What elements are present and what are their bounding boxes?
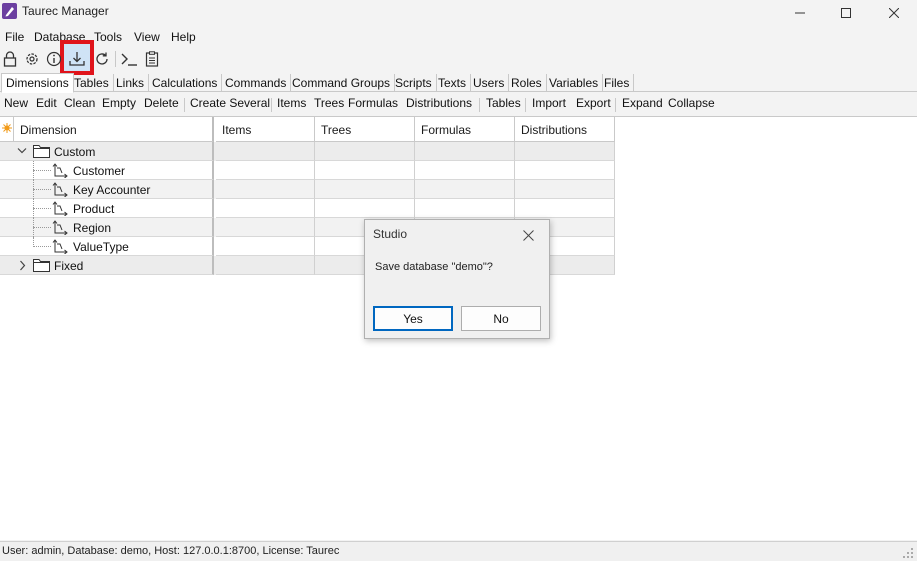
action-separator [615,98,616,112]
tab-commands[interactable]: Commands [221,74,292,92]
row-label: Region [73,221,112,235]
lock-icon[interactable] [0,50,20,68]
window-title: Taurec Manager [22,4,109,18]
action-separator [271,98,272,112]
title-bar: Taurec Manager [0,0,917,26]
menu-file[interactable]: File [5,30,24,44]
menu-view[interactable]: View [134,30,160,44]
status-bar: User: admin, Database: demo, Host: 127.0… [0,541,917,561]
action-new[interactable]: New [4,96,28,110]
row-label: Key Accounter [73,183,151,197]
toolbar [0,44,917,74]
tab-tables[interactable]: Tables [70,74,114,92]
table-row[interactable]: Customer [0,161,615,180]
row-label: Fixed [54,259,84,273]
action-distributions[interactable]: Distributions [406,96,472,110]
action-import[interactable]: Import [532,96,566,110]
app-logo-icon [2,3,17,19]
toolbar-separator [115,51,116,67]
action-items[interactable]: Items [277,96,306,110]
dimension-icon [52,239,68,254]
no-button[interactable]: No [461,306,541,331]
console-icon[interactable] [119,50,139,68]
tab-users[interactable]: Users [469,74,510,92]
action-empty[interactable]: Empty [102,96,136,110]
action-separator [525,98,526,112]
folder-icon [33,259,50,272]
tab-texts[interactable]: Texts [434,74,472,92]
dimension-icon [52,220,68,235]
action-separator [184,98,185,112]
dialog-title: Studio [373,227,408,241]
action-formulas[interactable]: Formulas [348,96,398,110]
chevron-down-icon[interactable] [17,147,27,155]
tab-files[interactable]: Files [600,74,635,92]
dialog-message: Save database "demo"? [375,261,493,273]
action-tables[interactable]: Tables [486,96,521,110]
action-create-several[interactable]: Create Several [190,96,270,110]
folder-icon [33,145,50,158]
action-export[interactable]: Export [576,96,611,110]
table-row[interactable]: Custom [0,142,615,161]
column-header-dimension[interactable]: Dimension [14,117,214,142]
row-label: ValueType [73,240,129,254]
action-bar: New Edit Clean Empty Delete Create Sever… [0,94,917,114]
maximize-button[interactable] [823,0,869,26]
action-delete[interactable]: Delete [144,96,179,110]
resize-grip-icon[interactable] [902,547,914,559]
notes-icon[interactable] [142,50,162,68]
dimension-icon [52,163,68,178]
action-separator [479,98,480,112]
table-row[interactable]: Product [0,199,615,218]
tab-dimensions[interactable]: Dimensions [1,73,74,93]
refresh-icon[interactable] [92,50,112,68]
dialog-close-button[interactable] [515,224,541,246]
column-header-formulas[interactable]: Formulas [415,117,515,142]
dimension-icon [52,182,68,197]
dimension-icon [52,201,68,216]
new-row-indicator [0,117,14,142]
menu-help[interactable]: Help [171,30,196,44]
column-header-distributions[interactable]: Distributions [515,117,615,142]
close-window-button[interactable] [871,0,917,26]
minimize-button[interactable] [777,0,823,26]
tab-variables[interactable]: Variables [545,74,604,92]
row-label: Custom [54,145,96,159]
tab-links[interactable]: Links [112,74,150,92]
row-label: Product [73,202,115,216]
gear-icon[interactable] [22,50,42,68]
tab-calculations[interactable]: Calculations [148,74,223,92]
table-row[interactable]: Key Accounter [0,180,615,199]
tab-scripts[interactable]: Scripts [391,74,437,92]
action-expand[interactable]: Expand [622,96,663,110]
tab-command-groups[interactable]: Command Groups [288,74,396,92]
save-confirm-dialog: Studio Save database "demo"? Yes No [364,219,550,339]
tab-roles[interactable]: Roles [507,74,547,92]
row-label: Customer [73,164,126,178]
tab-strip: Dimensions Tables Links Calculations Com… [0,73,917,93]
chevron-right-icon[interactable] [19,260,27,271]
column-header-items[interactable]: Items [216,117,315,142]
status-text: User: admin, Database: demo, Host: 127.0… [2,545,340,557]
save-database-icon[interactable] [67,50,87,68]
action-edit[interactable]: Edit [36,96,57,110]
menu-tools[interactable]: Tools [94,30,122,44]
close-icon [522,229,534,241]
info-icon[interactable] [44,50,64,68]
action-clean[interactable]: Clean [64,96,95,110]
action-collapse[interactable]: Collapse [668,96,715,110]
action-trees[interactable]: Trees [314,96,344,110]
yes-button[interactable]: Yes [373,306,453,331]
column-header-trees[interactable]: Trees [315,117,415,142]
